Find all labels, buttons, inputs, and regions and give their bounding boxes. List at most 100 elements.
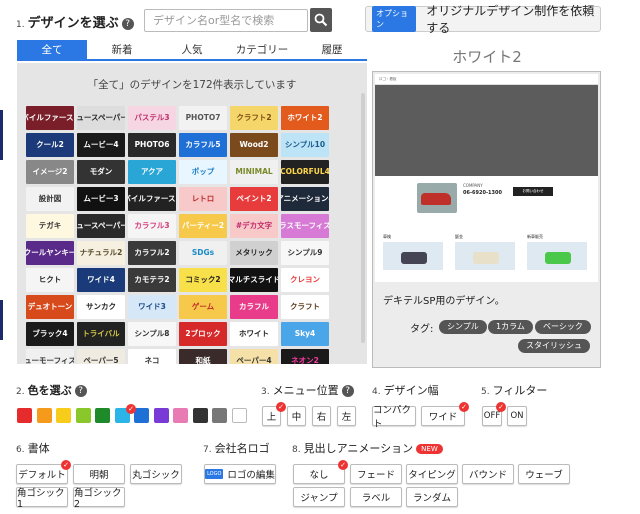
font-kaku-gothic2-button[interactable]: 角ゴシック2	[73, 487, 125, 510]
design-thumbnail[interactable]: メタリック	[230, 241, 278, 265]
design-thumbnail[interactable]: パステル3	[128, 106, 176, 130]
search-button[interactable]	[310, 8, 332, 32]
design-thumbnail[interactable]: カラフル2	[128, 241, 176, 265]
design-thumbnail[interactable]: ネコ	[128, 349, 176, 364]
search-input[interactable]	[144, 9, 308, 32]
width-wide-button[interactable]: ワイド	[421, 406, 465, 426]
design-thumbnail[interactable]: ムービー4	[77, 133, 125, 157]
design-thumbnail[interactable]: アニメーション4	[281, 187, 329, 211]
help-icon[interactable]: ?	[74, 385, 87, 397]
design-thumbnail[interactable]: ペーパー4	[230, 349, 278, 364]
design-thumbnail[interactable]: ニュースペーパー3	[77, 106, 125, 130]
design-thumbnail[interactable]: ペイント2	[230, 187, 278, 211]
design-thumbnail[interactable]: トライバル	[77, 322, 125, 346]
design-thumbnail[interactable]: SDGs	[179, 241, 227, 265]
design-thumbnail[interactable]: MINIMAL	[230, 160, 278, 184]
anim-bound-button[interactable]: バウンド	[462, 464, 514, 484]
design-thumbnail[interactable]: モバイルファースト3	[128, 187, 176, 211]
design-thumbnail[interactable]: #デカ文字	[230, 214, 278, 238]
design-thumbnail[interactable]: ペーパー5	[77, 349, 125, 364]
tab-history[interactable]: 履歴	[297, 40, 367, 59]
color-swatch[interactable]	[231, 408, 247, 423]
design-thumbnail[interactable]: ネオン2	[281, 349, 329, 364]
design-thumbnail[interactable]: モダン	[77, 160, 125, 184]
design-thumbnail[interactable]: テガキ	[26, 214, 74, 238]
tag-basic[interactable]: ベーシック	[535, 320, 591, 334]
design-thumbnail[interactable]: ブラック4	[26, 322, 74, 346]
anim-jump-button[interactable]: ジャンプ	[293, 487, 345, 507]
design-thumbnail[interactable]: カラフル	[230, 295, 278, 319]
tag-stylish[interactable]: スタイリッシュ	[518, 339, 590, 353]
color-swatch[interactable]	[173, 408, 188, 423]
color-swatch[interactable]	[134, 408, 149, 423]
color-swatch[interactable]	[75, 408, 91, 423]
help-icon[interactable]: ?	[121, 18, 134, 30]
design-thumbnail[interactable]: ワイド3	[128, 295, 176, 319]
color-swatch[interactable]	[36, 408, 52, 423]
menu-position-left-button[interactable]: 左	[337, 406, 356, 426]
anim-none-button[interactable]: なし	[293, 464, 345, 484]
design-thumbnail[interactable]: クラフト	[281, 295, 329, 319]
design-thumbnail[interactable]: クールヤンキー	[26, 241, 74, 265]
design-thumbnail[interactable]: ポップ	[179, 160, 227, 184]
design-thumbnail[interactable]: カラフル5	[179, 133, 227, 157]
design-thumbnail[interactable]: ニュースペーパー2	[77, 214, 125, 238]
gallery-scrollbar[interactable]	[361, 93, 365, 343]
color-swatch[interactable]	[56, 408, 71, 423]
design-thumbnail[interactable]: カモテラ2	[128, 268, 176, 292]
design-thumbnail[interactable]: サンカク	[77, 295, 125, 319]
tag-one-column[interactable]: 1カラム	[488, 320, 533, 334]
width-compact-button[interactable]: コンパクト	[372, 405, 416, 430]
design-thumbnail[interactable]: 設計図	[26, 187, 74, 211]
color-swatch[interactable]	[192, 408, 208, 423]
design-thumbnail[interactable]: ホワイト	[230, 322, 278, 346]
help-icon[interactable]: ?	[341, 385, 354, 397]
tab-popular[interactable]: 人気	[157, 40, 227, 59]
design-thumbnail[interactable]: Sky4	[281, 322, 329, 346]
font-default-button[interactable]: デフォルト	[16, 464, 68, 484]
design-thumbnail[interactable]: イメージ2	[26, 160, 74, 184]
anim-fade-button[interactable]: フェード	[350, 464, 402, 484]
design-thumbnail[interactable]: マルチスライド	[230, 268, 278, 292]
design-thumbnail[interactable]: クラフト2	[230, 106, 278, 130]
tag-simple[interactable]: シンプル	[439, 320, 487, 334]
design-thumbnail[interactable]: COLORFUL4	[281, 160, 329, 184]
design-thumbnail[interactable]: コミック2	[179, 268, 227, 292]
design-thumbnail[interactable]: ホワイト2	[281, 106, 329, 130]
design-thumbnail[interactable]: Wood2	[230, 133, 278, 157]
design-thumbnail[interactable]: PHOTO6	[128, 133, 176, 157]
color-swatch[interactable]	[212, 408, 227, 423]
font-mincho-button[interactable]: 明朝	[73, 464, 125, 484]
anim-wave-button[interactable]: ウェーブ	[518, 464, 570, 484]
color-swatch[interactable]	[153, 408, 169, 423]
design-thumbnail[interactable]: ゲーム	[179, 295, 227, 319]
design-thumbnail[interactable]: 2ブロック	[179, 322, 227, 346]
design-thumbnail[interactable]: レトロ	[179, 187, 227, 211]
design-thumbnail[interactable]: ムービー3	[77, 187, 125, 211]
design-thumbnail[interactable]: グラスモーフィズム	[281, 214, 329, 238]
design-thumbnail[interactable]: デュオトーン	[26, 295, 74, 319]
filter-on-button[interactable]: ON	[507, 406, 527, 426]
design-thumbnail[interactable]: カラフル3	[128, 214, 176, 238]
design-thumbnail[interactable]: アクア	[128, 160, 176, 184]
tab-all[interactable]: 全て	[17, 40, 87, 59]
color-swatch[interactable]	[95, 408, 110, 423]
design-thumbnail[interactable]: ナチュラル2	[77, 241, 125, 265]
tab-category[interactable]: カテゴリー	[227, 40, 297, 59]
design-thumbnail[interactable]: ニューモーフィズム	[26, 349, 74, 364]
design-thumbnail[interactable]: シンプル9	[281, 241, 329, 265]
menu-position-center-button[interactable]: 中	[287, 406, 306, 426]
anim-typing-button[interactable]: タイピング	[406, 464, 458, 484]
design-thumbnail[interactable]: パーティー2	[179, 214, 227, 238]
design-thumbnail[interactable]: モバイルファースト4	[26, 106, 74, 130]
anim-label-button[interactable]: ラベル	[350, 487, 402, 507]
design-thumbnail[interactable]: PHOTO7	[179, 106, 227, 130]
menu-position-right-button[interactable]: 右	[312, 406, 331, 426]
design-thumbnail[interactable]: クール2	[26, 133, 74, 157]
edit-logo-button[interactable]: LOGO ロゴの編集	[204, 464, 276, 484]
design-thumbnail[interactable]: クレヨン	[281, 268, 329, 292]
anim-random-button[interactable]: ランダム	[406, 487, 458, 507]
design-thumbnail[interactable]: 和紙	[179, 349, 227, 364]
font-maru-gothic-button[interactable]: 丸ゴシック	[130, 464, 182, 484]
design-thumbnail[interactable]: ワイド4	[77, 268, 125, 292]
